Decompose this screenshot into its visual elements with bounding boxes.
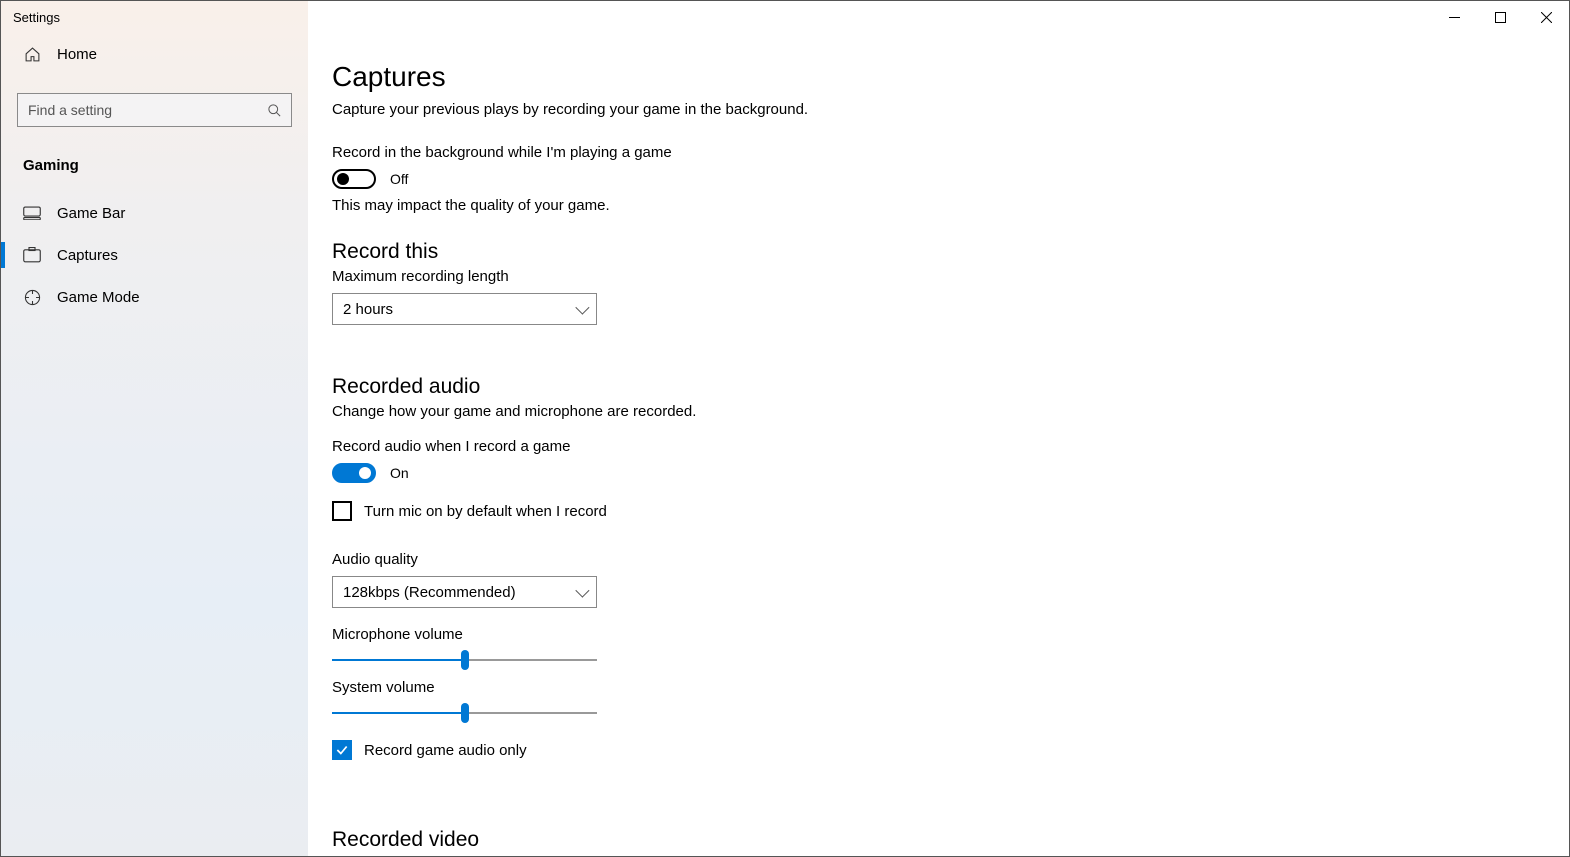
sidebar-item-captures[interactable]: Captures [1,234,308,276]
sidebar-item-label: Game Mode [57,289,140,306]
recorded-video-heading: Recorded video [332,828,1529,852]
bg-record-toggle[interactable]: Off [332,169,1529,189]
window-title: Settings [1,10,60,25]
sidebar-home-label: Home [57,46,97,63]
audio-record-toggle[interactable]: On [332,463,1529,483]
mic-default-checkbox[interactable]: Turn mic on by default when I record [332,501,1529,521]
chevron-down-icon [575,584,589,598]
sys-volume-label: System volume [332,679,1529,696]
sidebar-item-label: Captures [57,247,118,264]
checkbox-unchecked-icon [332,501,352,521]
sidebar-home[interactable]: Home [1,33,308,75]
audio-toggle-label: Record audio when I record a game [332,438,1529,455]
sidebar: Settings Home Find a setting Gaming G [1,1,308,856]
chevron-down-icon [575,301,589,315]
select-value: 128kbps (Recommended) [343,584,516,601]
sidebar-group-title: Gaming [1,147,308,192]
sidebar-item-game-bar[interactable]: Game Bar [1,192,308,234]
page-subtitle: Capture your previous plays by recording… [332,101,1529,118]
game-audio-only-checkbox[interactable]: Record game audio only [332,740,1529,760]
main-content: Captures Capture your previous plays by … [308,33,1569,856]
sys-volume-slider[interactable] [332,704,597,722]
captures-icon [23,246,41,264]
checkbox-label: Turn mic on by default when I record [364,503,607,520]
checkbox-label: Record game audio only [364,742,527,759]
search-placeholder: Find a setting [28,102,112,118]
search-icon [265,101,283,119]
close-button[interactable] [1523,1,1569,33]
recorded-audio-heading: Recorded audio [332,375,1529,399]
game-mode-icon [23,288,41,306]
game-bar-icon [23,204,41,222]
select-value: 2 hours [343,301,393,318]
toggle-on-icon [332,463,376,483]
max-length-label: Maximum recording length [332,268,1529,285]
titlebar-left-region: Settings [1,1,308,33]
minimize-button[interactable] [1431,1,1477,33]
slider-fill [332,712,465,714]
maximize-button[interactable] [1477,1,1523,33]
audio-quality-select[interactable]: 128kbps (Recommended) [332,576,597,608]
record-this-heading: Record this [332,240,1529,264]
mic-volume-slider[interactable] [332,651,597,669]
home-icon [23,45,41,63]
checkbox-checked-icon [332,740,352,760]
sidebar-item-game-mode[interactable]: Game Mode [1,276,308,318]
slider-fill [332,659,465,661]
audio-quality-label: Audio quality [332,551,1529,568]
page-title: Captures [332,61,1529,93]
search-input[interactable]: Find a setting [17,93,292,127]
bg-record-label: Record in the background while I'm playi… [332,144,1529,161]
titlebar-right-region [308,1,1569,33]
mic-volume-label: Microphone volume [332,626,1529,643]
sidebar-item-label: Game Bar [57,205,125,222]
toggle-off-icon [332,169,376,189]
slider-thumb [461,650,469,670]
recorded-audio-sub: Change how your game and microphone are … [332,403,1529,420]
toggle-state: Off [390,171,408,187]
slider-thumb [461,703,469,723]
bg-record-note: This may impact the quality of your game… [332,197,1529,214]
max-length-select[interactable]: 2 hours [332,293,597,325]
toggle-state: On [390,465,409,481]
